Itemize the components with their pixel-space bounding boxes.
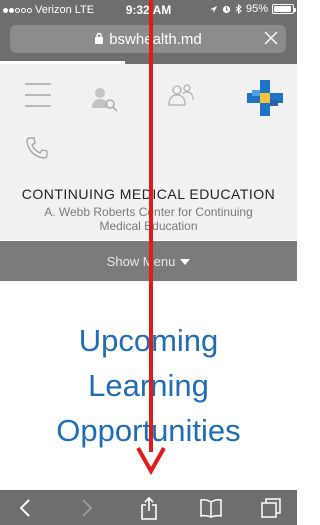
page-subtitle-line2: Medical Education xyxy=(99,219,198,233)
show-menu-button[interactable]: Show Menu xyxy=(0,241,297,281)
page-subtitle-line1: A. Webb Roberts Center for Continuing xyxy=(44,205,253,219)
page-title: CONTINUING MEDICAL EDUCATION xyxy=(21,186,276,202)
chevron-right-icon xyxy=(82,499,93,517)
close-icon[interactable] xyxy=(264,28,278,51)
book-icon xyxy=(200,499,222,518)
section-title-block: CONTINUING MEDICAL EDUCATION A. Webb Rob… xyxy=(0,182,297,240)
browser-url-area: bswhealth.md xyxy=(0,20,297,64)
show-menu-label: Show Menu xyxy=(106,253,176,269)
back-button[interactable] xyxy=(10,493,40,523)
url-text: bswhealth.md xyxy=(109,30,202,48)
share-button[interactable] xyxy=(134,493,164,523)
address-bar[interactable]: bswhealth.md xyxy=(10,25,286,53)
caret-down-icon xyxy=(180,258,191,265)
find-doctor-icon[interactable] xyxy=(91,86,119,112)
forward-button[interactable] xyxy=(72,493,102,523)
heading-line-2: Learning xyxy=(88,368,209,403)
location-arrow-icon xyxy=(209,5,218,13)
tabs-icon xyxy=(261,498,281,518)
heading-line-3: Opportunities xyxy=(56,413,241,448)
site-header xyxy=(0,64,297,182)
bluetooth-icon xyxy=(235,4,242,14)
alarm-icon xyxy=(222,5,231,13)
find-location-icon[interactable] xyxy=(166,84,196,108)
bookmarks-button[interactable] xyxy=(196,493,226,523)
browser-toolbar xyxy=(0,490,297,525)
bsw-logo[interactable] xyxy=(247,80,283,116)
status-bar: Verizon LTE 9:32 AM 95% xyxy=(0,0,297,20)
chevron-left-icon xyxy=(19,499,30,517)
tabs-button[interactable] xyxy=(256,493,286,523)
heading-line-1: Upcoming xyxy=(78,323,219,358)
battery-icon xyxy=(272,4,296,14)
share-icon xyxy=(141,496,157,520)
lock-icon xyxy=(94,32,104,47)
menu-icon[interactable] xyxy=(25,83,51,107)
upcoming-heading: Upcoming Learning Opportunities xyxy=(0,318,297,453)
status-indicators: 95% xyxy=(209,3,296,15)
phone-icon[interactable] xyxy=(25,136,49,160)
battery-percent: 95% xyxy=(245,3,268,15)
